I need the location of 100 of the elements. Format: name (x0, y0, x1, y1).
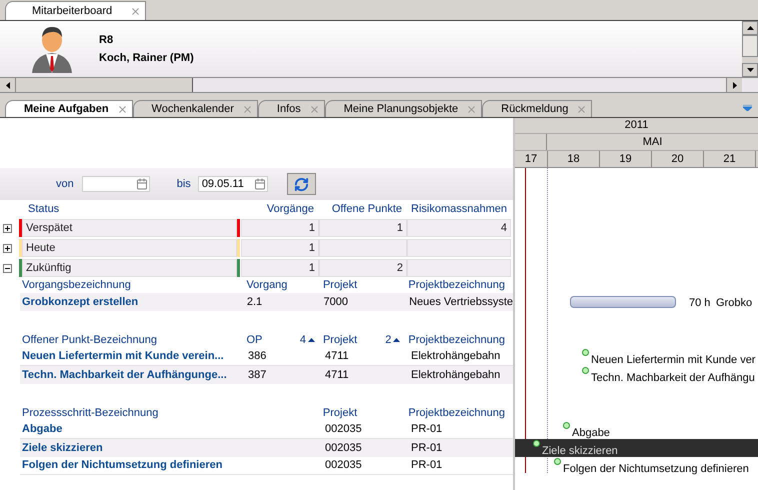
column-header[interactable]: Offener Punkt-Bezeichnung (22, 332, 157, 348)
close-icon[interactable] (130, 6, 141, 16)
milestone-label: Techn. Machbarkeit der Aufhängu (591, 371, 755, 384)
column-header[interactable]: Projektbezeichnung (408, 404, 505, 421)
column-header[interactable]: Risikomassnahmen (404, 200, 509, 217)
collapse-icon[interactable] (3, 264, 12, 272)
scroll-down-icon[interactable] (746, 68, 754, 72)
item-link[interactable]: Ziele skizzieren (22, 442, 103, 454)
expand-icon[interactable] (3, 224, 12, 232)
year-label: 2011 (624, 118, 648, 134)
column-header[interactable]: Prozessschritt-Bezeichnung (22, 404, 158, 421)
close-icon[interactable] (576, 104, 588, 114)
table-row[interactable]: Neuen Liefertermin mit Kunde verein... 386 4711 Elektrohängebahn (20, 348, 513, 366)
table-cell: PR-01 (411, 423, 442, 436)
timeline-row[interactable]: Neuen Liefertermin mit Kunde ver (515, 348, 758, 366)
item-link[interactable]: Abgabe (22, 423, 62, 436)
table-cell: 386 (248, 350, 266, 362)
sort-ascending-icon[interactable] (308, 338, 315, 342)
column-header[interactable]: Projektbezeichnung (408, 276, 505, 293)
calendar-icon[interactable] (136, 178, 148, 190)
table-cell: 2 (319, 259, 407, 277)
tab[interactable]: Infos (258, 100, 325, 117)
milestone-label: Neuen Liefertermin mit Kunde ver (591, 353, 756, 366)
vertical-scrollbar[interactable] (742, 21, 758, 77)
expand-icon[interactable] (3, 244, 12, 252)
column-header[interactable]: Vorgang (246, 276, 288, 293)
milestone-label: Abgabe (572, 426, 610, 439)
refresh-icon (294, 176, 309, 192)
item-link[interactable]: Folgen der Nichtumsetzung definieren (22, 459, 222, 472)
close-icon[interactable] (116, 104, 128, 114)
column-header[interactable]: Projekt (322, 404, 358, 421)
close-icon[interactable] (466, 104, 478, 114)
day-label: 17 (524, 152, 538, 167)
selected-timeline-row[interactable]: Ziele skizzieren (515, 439, 758, 457)
horizontal-scrollbar[interactable] (0, 77, 758, 93)
item-link[interactable]: Neuen Liefertermin mit Kunde verein... (22, 350, 224, 362)
table-row[interactable]: Techn. Machbarkeit der Aufhängunge... 387 4711 Elektrohängebahn (20, 366, 513, 384)
item-link[interactable]: Techn. Machbarkeit der Aufhängunge... (22, 368, 227, 381)
dropdown-icon[interactable] (743, 105, 752, 111)
employee-name: Koch, Rainer (PM) (99, 51, 194, 66)
table-cell: Neues Vertriebssyste (409, 296, 513, 308)
duration-label: 70 h (689, 296, 710, 311)
table-row[interactable]: Ziele skizzieren 002035 PR-01 (20, 439, 513, 457)
table-cell: 002035 (325, 442, 362, 454)
table-cell: 387 (248, 368, 266, 381)
to-date-field[interactable]: 09.05.11 (198, 176, 268, 192)
table-cell: PR-01 (411, 459, 442, 472)
employee-code: R8 (99, 32, 114, 48)
calendar-icon[interactable] (254, 178, 266, 190)
tab[interactable]: Meine Aufgaben (5, 100, 133, 117)
scroll-up-icon[interactable] (746, 26, 754, 30)
status-label[interactable]: Heute (22, 239, 237, 257)
column-header[interactable]: Projekt (322, 276, 358, 293)
column-header[interactable]: Projekt (322, 332, 358, 348)
timeline-row[interactable]: Techn. Machbarkeit der Aufhängu (515, 366, 758, 384)
table-row[interactable]: Folgen der Nichtumsetzung definieren 002035 PR-01 (20, 457, 513, 475)
status-label[interactable]: Zukünftig (22, 259, 237, 277)
table-row[interactable]: Grobkonzept erstellen 2.1 7000 Neues Vertriebssyste (20, 293, 513, 311)
table-cell: 002035 (325, 423, 362, 436)
column-header[interactable]: Offene Punkte (316, 200, 404, 217)
table-cell: PR-01 (411, 442, 442, 454)
tab[interactable]: Rückmeldung (482, 100, 592, 117)
refresh-button[interactable] (286, 173, 316, 195)
scroll-left-icon[interactable] (6, 82, 10, 88)
column-header[interactable]: Vorgangsbezeichnung (22, 276, 131, 293)
item-link[interactable]: Grobkonzept erstellen (22, 296, 138, 308)
sort-rank: 2 (385, 332, 392, 348)
table-cell: 2.1 (246, 296, 262, 308)
column-header[interactable]: OP (246, 332, 262, 348)
task-bar[interactable] (570, 296, 676, 308)
timeline-row[interactable]: Abgabe (515, 421, 758, 439)
table-cell: 002035 (325, 459, 362, 472)
from-date-field[interactable] (82, 176, 150, 192)
table-cell: 4 (407, 219, 511, 237)
table-cell: 7000 (323, 296, 348, 308)
day-label: 21 (723, 152, 736, 167)
milestone-label: Ziele skizzieren (542, 444, 618, 457)
sort-ascending-icon[interactable] (393, 338, 400, 342)
table-cell: 1 (241, 219, 319, 237)
column-header[interactable]: Projektbezeichnung (408, 332, 505, 348)
window-tab[interactable]: Mitarbeiterboard (5, 1, 146, 20)
table-cell: 4711 (325, 350, 349, 362)
timeline-row[interactable]: 70 h Grobko (515, 293, 758, 311)
tab[interactable]: Meine Planungsobjekte (324, 100, 482, 117)
close-icon[interactable] (242, 104, 253, 114)
table-row[interactable]: Abgabe 002035 PR-01 (20, 421, 513, 439)
table-cell: Elektrohängebahn (411, 350, 500, 362)
day-label: 19 (619, 152, 632, 167)
timeline-row[interactable]: Folgen der Nichtumsetzung definieren (515, 457, 758, 475)
close-icon[interactable] (308, 104, 320, 114)
column-header[interactable]: Status (28, 200, 244, 217)
scroll-right-icon[interactable] (732, 82, 736, 88)
column-header[interactable]: Vorgänge (244, 200, 316, 217)
day-label: 18 (567, 152, 580, 167)
tab[interactable]: Wochenkalender (132, 100, 258, 117)
table-cell: 4711 (325, 368, 349, 381)
status-label[interactable]: Verspätet (22, 219, 237, 237)
table-cell: Elektrohängebahn (411, 368, 500, 381)
day-label: 20 (671, 152, 684, 167)
to-label: bis (176, 176, 191, 192)
